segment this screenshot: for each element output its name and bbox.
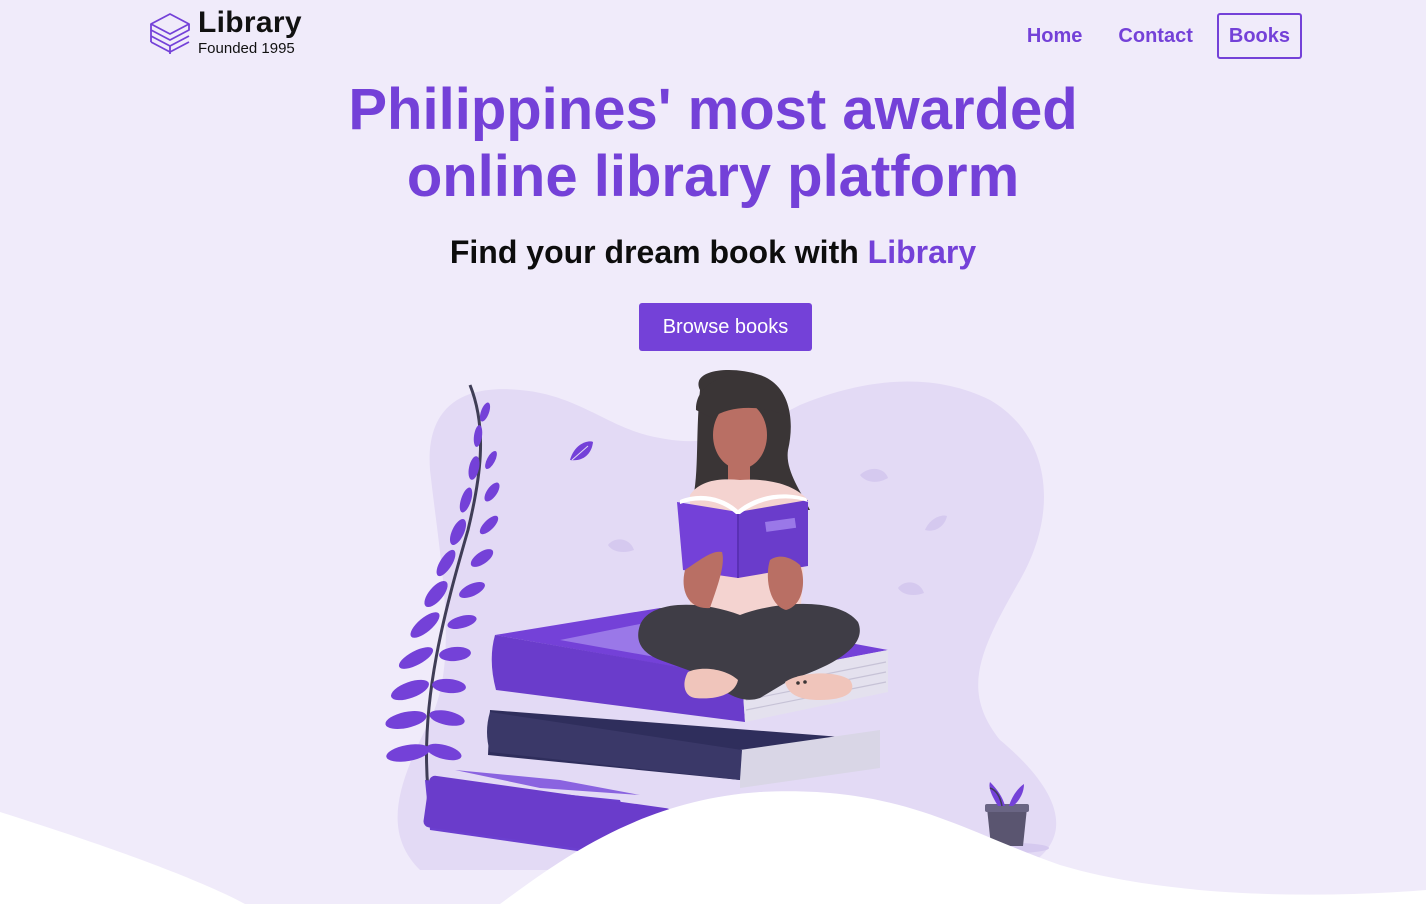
hero-title-line-1: Philippines' most awarded: [348, 77, 1078, 142]
nav-link-home[interactable]: Home: [1015, 13, 1095, 59]
stacked-books-icon: [150, 13, 190, 54]
brand-title: Library: [198, 6, 302, 39]
hero-title: Philippines' most awarded online library…: [0, 76, 1426, 210]
foreground-hill: [0, 812, 245, 904]
hero-title-line-2: online library platform: [406, 144, 1020, 209]
nav-link-books[interactable]: Books: [1216, 13, 1302, 59]
browse-books-button[interactable]: Browse books: [639, 303, 812, 351]
brand-subtitle: Founded 1995: [198, 40, 295, 57]
top-navbar: Library Founded 1995 Home Contact Books: [0, 0, 1426, 72]
nav-link-contact[interactable]: Contact: [1106, 13, 1204, 59]
reading-woman-illustration: [0, 370, 1426, 904]
hero-subtitle: Find your dream book with Library: [0, 232, 1426, 272]
hero-subtitle-text: Find your dream book with: [449, 234, 859, 270]
nav-links: Home Contact Books: [1003, 13, 1302, 59]
hero-subtitle-brand: Library: [867, 234, 977, 270]
brand-logo[interactable]: Library Founded 1995: [148, 8, 302, 58]
